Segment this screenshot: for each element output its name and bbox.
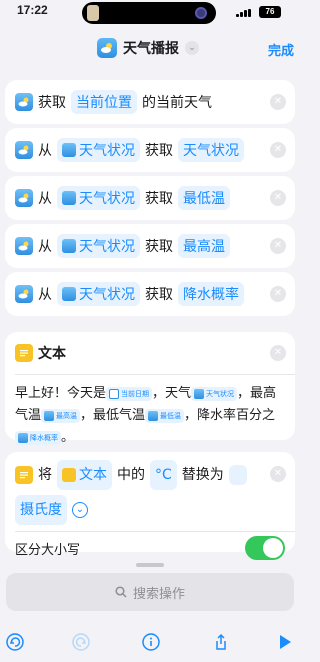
action-text[interactable]: 文本 ✕ 早上好！今天是 当前日期 ，天气 天气状况 ，最高气温 最高温 ，最低气温 最低温，… bbox=[5, 332, 295, 445]
search-placeholder: 搜索操作 bbox=[132, 586, 185, 602]
action-replace-text[interactable]: 将 文本 中的 °C 替换为 摄氏度 ⌄ ✕ 区分大小写 bbox=[5, 452, 295, 560]
weather-block-icon bbox=[15, 285, 33, 303]
remove-action-icon[interactable]: ✕ bbox=[270, 286, 286, 302]
nav-bar: 天气播报 ⌄ 完成 bbox=[0, 30, 300, 70]
action-word: 中的 bbox=[117, 467, 145, 483]
actions-sheet: 搜索操作 bbox=[0, 563, 300, 662]
weather-mini-icon bbox=[62, 287, 76, 301]
date-token[interactable]: 当前日期 bbox=[106, 386, 153, 401]
action-get-detail[interactable]: 从 天气状况 获取 最低温 ✕ bbox=[5, 176, 295, 220]
text-block-icon bbox=[15, 344, 33, 362]
action-verb: 从 bbox=[38, 239, 52, 255]
remove-action-icon[interactable]: ✕ bbox=[270, 94, 286, 110]
weather-app-icon bbox=[97, 38, 117, 58]
weather-block-icon bbox=[15, 141, 33, 159]
action-verb: 获取 bbox=[145, 143, 173, 159]
variable-token[interactable]: 天气状况 bbox=[57, 138, 140, 162]
remove-action-icon[interactable]: ✕ bbox=[270, 190, 286, 206]
rain-chance-token[interactable]: 降水概率 bbox=[15, 430, 61, 445]
redo-icon[interactable] bbox=[70, 631, 92, 653]
property-token[interactable]: 最低温 bbox=[178, 186, 230, 210]
text-action-title: 文本 bbox=[38, 346, 66, 362]
done-button[interactable]: 完成 bbox=[268, 40, 294, 59]
weather-mini-icon bbox=[62, 191, 76, 205]
action-suffix: 的当前天气 bbox=[142, 95, 212, 111]
case-sensitive-toggle[interactable] bbox=[245, 536, 285, 560]
signal-icon bbox=[236, 9, 252, 17]
action-get-detail[interactable]: 从 天气状况 获取 天气状况 ✕ bbox=[5, 128, 295, 172]
status-bar: 17:22 76 bbox=[0, 0, 300, 30]
remove-action-icon[interactable]: ✕ bbox=[270, 238, 286, 254]
share-icon[interactable] bbox=[210, 631, 232, 653]
camera-indicator-icon bbox=[195, 7, 207, 19]
weather-block-icon bbox=[15, 237, 33, 255]
text-block-icon bbox=[15, 466, 33, 484]
action-get-detail[interactable]: 从 天气状况 获取 最高温 ✕ bbox=[5, 224, 295, 268]
case-sensitive-label: 区分大小写 bbox=[15, 542, 81, 558]
sheet-grabber[interactable] bbox=[136, 563, 164, 567]
weather-mini-icon bbox=[62, 143, 76, 157]
action-verb: 获取 bbox=[38, 95, 66, 111]
action-verb: 获取 bbox=[145, 287, 173, 303]
property-token[interactable]: 最高温 bbox=[178, 234, 230, 258]
remove-action-icon[interactable]: ✕ bbox=[270, 345, 286, 361]
action-verb: 从 bbox=[38, 287, 52, 303]
shortcut-title: 天气播报 bbox=[123, 41, 179, 57]
editor-toolbar bbox=[0, 627, 300, 657]
status-time: 17:22 bbox=[17, 3, 48, 17]
now-playing-thumbnail bbox=[87, 5, 99, 21]
action-verb: 从 bbox=[38, 191, 52, 207]
high-temp-token[interactable]: 最高温 bbox=[41, 408, 81, 423]
weather-token[interactable]: 天气状况 bbox=[191, 386, 238, 401]
action-verb: 从 bbox=[38, 143, 52, 159]
play-icon[interactable] bbox=[274, 631, 296, 653]
remove-action-icon[interactable]: ✕ bbox=[270, 466, 286, 482]
variable-token[interactable]: 天气状况 bbox=[57, 186, 140, 210]
text-content-field[interactable]: 早上好！今天是 当前日期 ，天气 天气状况 ，最高气温 最高温 ，最低气温 最低温 ，降水率百分… bbox=[5, 375, 295, 457]
low-temp-token[interactable]: 最低温 bbox=[145, 408, 185, 423]
action-verb: 将 bbox=[38, 467, 52, 483]
property-token[interactable]: 天气状况 bbox=[178, 138, 244, 162]
battery-icon: 76 bbox=[259, 6, 281, 18]
action-verb: 替换为 bbox=[181, 467, 224, 483]
chevron-down-icon: ⌄ bbox=[185, 41, 199, 55]
action-verb: 获取 bbox=[145, 191, 173, 207]
variable-token[interactable]: 天气状况 bbox=[57, 282, 140, 306]
replace-token[interactable]: 摄氏度 bbox=[15, 495, 67, 525]
shortcut-title-menu[interactable]: 天气播报 ⌄ bbox=[97, 38, 199, 58]
variable-token[interactable]: 天气状况 bbox=[57, 234, 140, 258]
info-icon[interactable] bbox=[140, 631, 162, 653]
action-verb: 获取 bbox=[145, 239, 173, 255]
location-token[interactable]: 当前位置 bbox=[71, 90, 137, 114]
action-get-detail[interactable]: 从 天气状况 获取 降水概率 ✕ bbox=[5, 272, 295, 316]
action-get-current-weather[interactable]: 获取 当前位置 的当前天气 ✕ bbox=[5, 80, 295, 124]
weather-mini-icon bbox=[62, 239, 76, 253]
find-token[interactable]: °C bbox=[150, 460, 177, 490]
remove-action-icon[interactable]: ✕ bbox=[270, 142, 286, 158]
search-icon bbox=[115, 586, 127, 598]
property-token[interactable]: 降水概率 bbox=[178, 282, 244, 306]
undo-icon[interactable] bbox=[4, 631, 26, 653]
weather-block-icon bbox=[15, 93, 33, 111]
search-actions-input[interactable]: 搜索操作 bbox=[6, 573, 294, 611]
replace-placeholder-token[interactable] bbox=[228, 465, 247, 485]
weather-block-icon bbox=[15, 189, 33, 207]
expand-options-icon[interactable]: ⌄ bbox=[72, 502, 88, 518]
text-variable-token[interactable]: 文本 bbox=[57, 460, 112, 490]
dynamic-island bbox=[82, 2, 216, 24]
